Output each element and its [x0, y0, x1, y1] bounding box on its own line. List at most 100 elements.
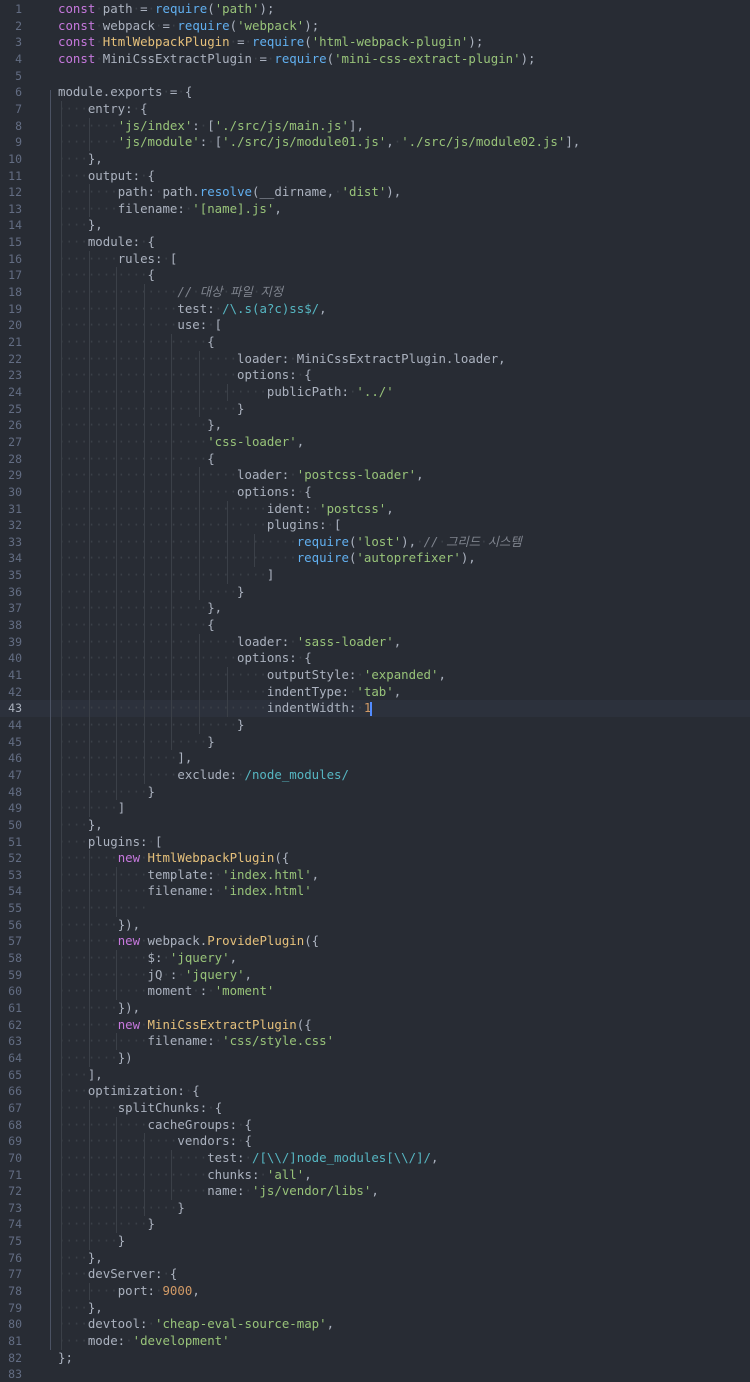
- code-line[interactable]: 24 ····························publicPath…: [0, 384, 750, 401]
- line-number: 43: [8, 701, 22, 716]
- line-number: 57: [8, 934, 22, 949]
- code-line[interactable]: 42 ····························indentType…: [0, 684, 750, 701]
- code-token: 'jquery': [184, 966, 245, 982]
- code-line[interactable]: 61 ········}),: [0, 1000, 750, 1017]
- code-line[interactable]: 57 ········new·webpack.ProvidePlugin({: [0, 933, 750, 950]
- code-line[interactable]: 29 ························loader:·'postc…: [0, 467, 750, 484]
- code-line[interactable]: 27 ····················'css-loader',: [0, 434, 750, 451]
- code-line[interactable]: 37 ····················},: [0, 600, 750, 617]
- code-line[interactable]: 77 ····devServer:·{: [0, 1266, 750, 1283]
- code-token: }): [117, 1049, 133, 1065]
- code-line[interactable]: 65 ····],: [0, 1067, 750, 1084]
- code-line[interactable]: 19 ················test:·/\.s(a?c)ss$/,: [0, 301, 750, 318]
- code-line[interactable]: 28 ····················{: [0, 451, 750, 468]
- code-line[interactable]: 7 ····entry:·{: [0, 101, 750, 118]
- code-text: ········rules:·[: [58, 251, 177, 268]
- code-line[interactable]: 5: [0, 68, 750, 85]
- code-line[interactable]: 20 ················use:·[: [0, 317, 750, 334]
- code-line[interactable]: 39 ························loader:·'sass-…: [0, 634, 750, 651]
- code-line[interactable]: 64 ········}): [0, 1050, 750, 1067]
- whitespace-marker: ····················: [58, 733, 208, 749]
- code-line[interactable]: 4 const·MiniCssExtractPlugin·=·require('m…: [0, 51, 750, 68]
- indent-guide: [254, 533, 256, 568]
- code-line[interactable]: 22 ························loader:·MiniCs…: [0, 351, 750, 368]
- code-line[interactable]: 68 ············cacheGroups:·{: [0, 1117, 750, 1134]
- code-line[interactable]: 71 ····················chunks:·'all',: [0, 1167, 750, 1184]
- code-line[interactable]: 47 ················exclude:·/node_modules…: [0, 767, 750, 784]
- code-line[interactable]: 80 ····devtool:·'cheap-eval-source-map',: [0, 1316, 750, 1333]
- code-line[interactable]: 6 module.exports·=·{: [0, 84, 750, 101]
- code-token: {: [147, 267, 155, 283]
- code-line[interactable]: 83: [0, 1366, 750, 1382]
- code-line[interactable]: 69 ················vendors:·{: [0, 1133, 750, 1150]
- code-line[interactable]: 46 ················],: [0, 750, 750, 767]
- code-line[interactable]: 60 ············moment·:·'moment': [0, 983, 750, 1000]
- code-line[interactable]: 58 ············$:·'jquery',: [0, 950, 750, 967]
- code-line[interactable]: 2 const·webpack·=·require('webpack');: [0, 18, 750, 35]
- whitespace-marker: ····················: [58, 450, 208, 466]
- code-line[interactable]: 32 ····························plugins:·[: [0, 517, 750, 534]
- code-line[interactable]: 17 ············{: [0, 267, 750, 284]
- code-line[interactable]: 15 ····module:·{: [0, 234, 750, 251]
- code-line[interactable]: 51 ····plugins:·[: [0, 834, 750, 851]
- code-line[interactable]: 16 ········rules:·[: [0, 251, 750, 268]
- code-line[interactable]: 52 ········new·HtmlWebpackPlugin({: [0, 850, 750, 867]
- code-line[interactable]: 49 ········]: [0, 800, 750, 817]
- code-line[interactable]: 34 ································requir…: [0, 550, 750, 567]
- code-line[interactable]: 76 ····},: [0, 1250, 750, 1267]
- code-line[interactable]: 59 ············jQ·:·'jquery',: [0, 967, 750, 984]
- code-line[interactable]: 12········path:·path.resolve(__dirname,·…: [0, 184, 750, 201]
- code-line[interactable]: 75 ········}: [0, 1233, 750, 1250]
- code-line[interactable]: 45 ····················}: [0, 734, 750, 751]
- code-line[interactable]: 1 const·path·=·require('path');: [0, 1, 750, 18]
- code-line[interactable]: 48 ············}: [0, 784, 750, 801]
- code-line[interactable]: 40 ························options:·{: [0, 650, 750, 667]
- code-line[interactable]: 25 ························}: [0, 401, 750, 418]
- code-line[interactable]: 44 ························}: [0, 717, 750, 734]
- code-text: ····},: [58, 217, 103, 234]
- code-line[interactable]: 82};: [0, 1350, 750, 1367]
- code-line[interactable]: 26 ····················},: [0, 417, 750, 434]
- code-line[interactable]: 35 ····························]: [0, 567, 750, 584]
- code-line[interactable]: 38 ····················{: [0, 617, 750, 634]
- code-line[interactable]: 23 ························options:·{: [0, 367, 750, 384]
- code-line[interactable]: 78 ········port:·9000,: [0, 1283, 750, 1300]
- code-line[interactable]: 55 ············: [0, 900, 750, 917]
- code-line[interactable]: 50 ····},: [0, 817, 750, 834]
- code-line[interactable]: 74 ············}: [0, 1216, 750, 1233]
- code-line[interactable]: 21 ····················{: [0, 334, 750, 351]
- code-line[interactable]: 36 ························}: [0, 584, 750, 601]
- code-line[interactable]: 31 ····························ident:·'po…: [0, 501, 750, 518]
- code-line[interactable]: 56 ········}),: [0, 917, 750, 934]
- code-line[interactable]: 54 ············filename:·'index.html': [0, 883, 750, 900]
- code-line[interactable]: 11 ····output:·{: [0, 168, 750, 185]
- code-line[interactable]: 13 ········filename:·'[name].js',: [0, 201, 750, 218]
- code-token: ,: [416, 467, 424, 483]
- code-line[interactable]: 41 ····························outputStyl…: [0, 667, 750, 684]
- line-number: 29: [8, 468, 22, 483]
- code-line[interactable]: 66 ····optimization:·{: [0, 1083, 750, 1100]
- code-line[interactable]: 72 ····················name:·'js/vendor/l…: [0, 1183, 750, 1200]
- code-line[interactable]: 9········'js/module':·['./src/js/module0…: [0, 134, 750, 151]
- code-line[interactable]: 3 const·HtmlWebpackPlugin·=·require('html…: [0, 34, 750, 51]
- code-token: 'css-loader': [207, 433, 297, 449]
- code-line[interactable]: 10 ····},: [0, 151, 750, 168]
- code-line[interactable]: 63 ············filename:·'css/style.css': [0, 1033, 750, 1050]
- code-line[interactable]: 18 ················//·대상·파일·지정: [0, 284, 750, 301]
- code-line[interactable]: 8 ········'js/index':·['./src/js/main.js'…: [0, 118, 750, 135]
- code-line[interactable]: 33 ································requir…: [0, 534, 750, 551]
- code-line[interactable]: 81 ····mode:·'development': [0, 1333, 750, 1350]
- code-line[interactable]: 53 ············template:·'index.html',: [0, 867, 750, 884]
- whitespace-marker: ············: [58, 866, 148, 882]
- code-line[interactable]: 70 ····················test:·/[\\/]node_m…: [0, 1150, 750, 1167]
- code-line[interactable]: 14 ····},: [0, 217, 750, 234]
- line-number: 49: [8, 801, 22, 816]
- code-line[interactable]: 79 ····},: [0, 1300, 750, 1317]
- code-line[interactable]: 62 ········new·MiniCssExtractPlugin({: [0, 1017, 750, 1034]
- code-line[interactable]: 67 ········splitChunks:·{: [0, 1100, 750, 1117]
- code-line[interactable]: 30 ························options:·{: [0, 484, 750, 501]
- code-line[interactable]: 73 ················}: [0, 1200, 750, 1217]
- code-token: use:: [177, 317, 208, 333]
- code-editor[interactable]: 1 const·path·=·require('path'); 2 const·web…: [0, 0, 750, 1382]
- code-line[interactable]: 43 ····························indentWidt…: [0, 700, 750, 717]
